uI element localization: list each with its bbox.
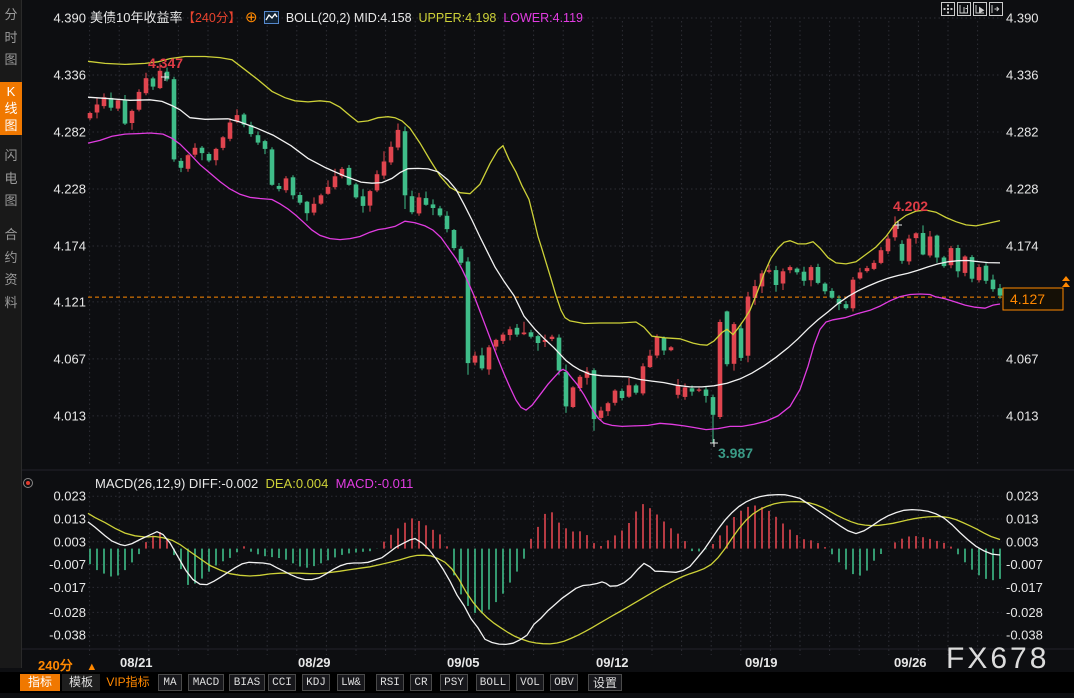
svg-text:0.013: 0.013 <box>53 512 86 527</box>
svg-text:-0.038: -0.038 <box>1006 628 1043 643</box>
svg-text:4.228: 4.228 <box>53 182 86 197</box>
svg-text:4.067: 4.067 <box>1006 351 1039 366</box>
svg-text:4.067: 4.067 <box>53 351 86 366</box>
svg-text:0.003: 0.003 <box>1006 534 1039 549</box>
svg-text:4.347: 4.347 <box>148 55 183 71</box>
svg-text:0.023: 0.023 <box>53 489 86 504</box>
svg-text:4.013: 4.013 <box>53 408 86 423</box>
svg-text:-0.028: -0.028 <box>1006 605 1043 620</box>
svg-text:-0.038: -0.038 <box>49 628 86 643</box>
svg-text:0.023: 0.023 <box>1006 489 1039 504</box>
svg-text:4.174: 4.174 <box>1006 239 1039 254</box>
svg-text:4.202: 4.202 <box>893 198 928 214</box>
svg-text:-0.017: -0.017 <box>1006 580 1043 595</box>
svg-text:4.336: 4.336 <box>1006 68 1039 83</box>
svg-text:4.174: 4.174 <box>53 239 86 254</box>
svg-text:-0.007: -0.007 <box>1006 557 1043 572</box>
svg-text:-0.028: -0.028 <box>49 605 86 620</box>
svg-text:-0.007: -0.007 <box>49 557 86 572</box>
svg-text:4.336: 4.336 <box>53 68 86 83</box>
svg-text:4.127: 4.127 <box>1010 291 1045 307</box>
svg-text:3.987: 3.987 <box>718 445 753 461</box>
svg-text:-0.017: -0.017 <box>49 580 86 595</box>
svg-text:4.282: 4.282 <box>1006 125 1039 140</box>
svg-text:0.003: 0.003 <box>53 534 86 549</box>
svg-text:4.228: 4.228 <box>1006 182 1039 197</box>
svg-text:4.390: 4.390 <box>53 11 86 26</box>
svg-text:0.013: 0.013 <box>1006 512 1039 527</box>
svg-text:4.013: 4.013 <box>1006 408 1039 423</box>
svg-text:4.121: 4.121 <box>53 294 86 309</box>
svg-text:4.282: 4.282 <box>53 125 86 140</box>
